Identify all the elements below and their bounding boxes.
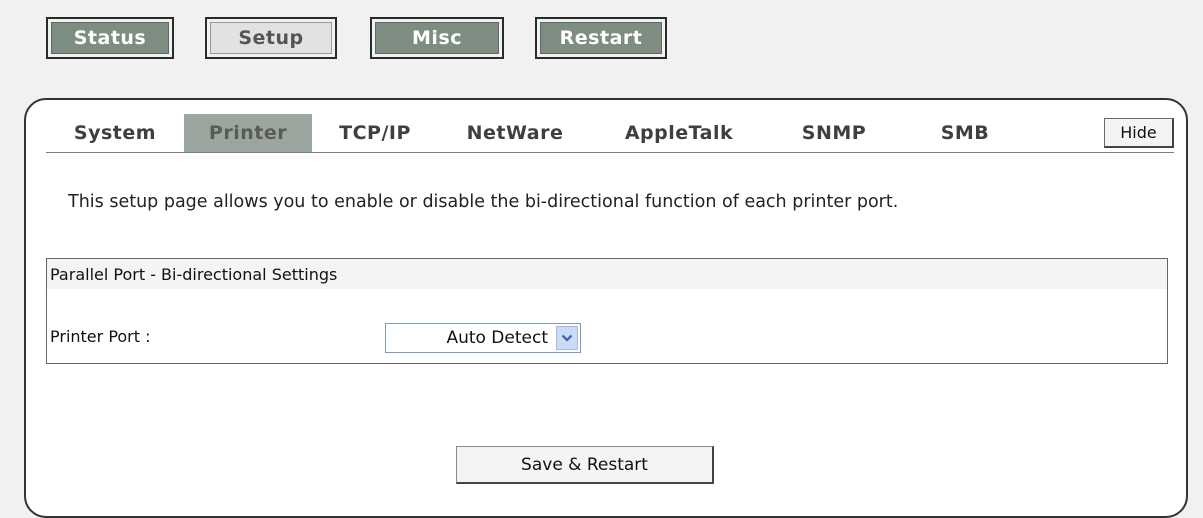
- nav-status-label: Status: [51, 22, 169, 54]
- nav-misc-label: Misc: [375, 22, 499, 54]
- tab-smb[interactable]: SMB: [902, 114, 1028, 152]
- printer-port-label: Printer Port :: [50, 327, 151, 346]
- tab-appletalk[interactable]: AppleTalk: [592, 114, 766, 152]
- setup-panel: System Printer TCP/IP NetWare AppleTalk …: [24, 98, 1188, 518]
- tab-printer[interactable]: Printer: [184, 114, 312, 152]
- nav-misc-button[interactable]: Misc: [370, 17, 504, 59]
- section-title: Parallel Port - Bi-directional Settings: [47, 259, 1167, 289]
- nav-restart-button[interactable]: Restart: [535, 17, 667, 59]
- nav-restart-label: Restart: [540, 22, 662, 54]
- setup-tab-bar: System Printer TCP/IP NetWare AppleTalk …: [46, 114, 1174, 153]
- hide-button[interactable]: Hide: [1104, 118, 1174, 148]
- nav-setup-label: Setup: [210, 22, 332, 54]
- tab-tcpip[interactable]: TCP/IP: [312, 114, 438, 152]
- page-description: This setup page allows you to enable or …: [68, 192, 899, 212]
- save-restart-button[interactable]: Save & Restart: [456, 446, 714, 484]
- nav-status-button[interactable]: Status: [46, 17, 174, 59]
- chevron-down-icon[interactable]: [556, 326, 578, 350]
- tab-snmp[interactable]: SNMP: [766, 114, 902, 152]
- tab-system[interactable]: System: [46, 114, 184, 152]
- bidirectional-settings-box: Parallel Port - Bi-directional Settings …: [46, 258, 1168, 364]
- nav-setup-button[interactable]: Setup: [205, 17, 337, 59]
- printer-port-value: Auto Detect: [446, 328, 548, 348]
- tab-netware[interactable]: NetWare: [438, 114, 592, 152]
- printer-port-select[interactable]: Auto Detect: [385, 323, 581, 353]
